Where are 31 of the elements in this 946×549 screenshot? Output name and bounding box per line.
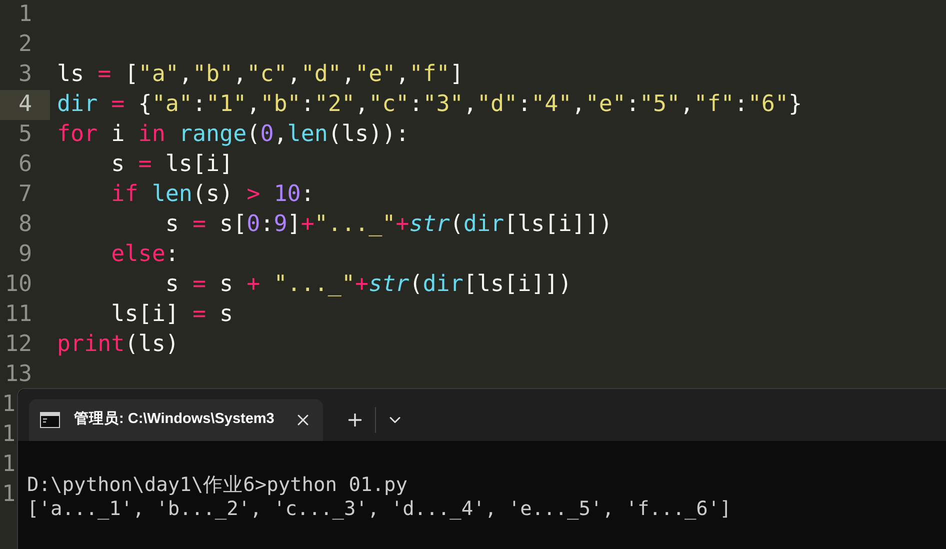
line-number: 10 [4,270,33,300]
line-number: 2 [17,30,33,60]
line-number: 7 [17,180,33,210]
code-line: print(ls) [56,330,179,360]
code-line: if len(s) > 10: [110,180,314,210]
line-number: 8 [17,210,33,240]
code-line: s = s[0:9]+"..._"+str(dir[ls[i]]) [164,210,612,240]
line-number: 12 [4,330,33,360]
console-icon [40,412,60,428]
line-number: 1 [1,420,17,450]
line-number: 13 [4,360,33,390]
code-line: for i in range(0,len(ls)): [56,120,410,150]
line-number: 1 [1,450,17,480]
terminal-output-line: ['a..._1', 'b..._2', 'c..._3', 'd..._4', 'e..._5', 'f..._6'] [27,497,732,521]
terminal-tab[interactable]: 管理员: C:\Windows\System3 [29,399,323,441]
terminal-output-line: D:\python\day1\作业6>python 01.py [27,473,408,497]
code-line: else: [110,240,179,270]
line-number: 4 [0,90,50,120]
code-line: ls = ["a","b","c","d","e","f"] [56,60,464,90]
line-number: 1 [1,390,17,420]
line-number: 1 [17,0,33,30]
line-number: 3 [17,60,33,90]
line-number: 6 [17,150,33,180]
code-line: ls[i] = s [110,300,234,330]
line-number: 11 [4,300,33,330]
code-line: dir = {"a":"1","b":"2","c":"3","d":"4","e":"5","f":"6"} [56,90,802,120]
line-number: 5 [17,120,33,150]
code-line: s = s + "..._"+str(dir[ls[i]]) [164,270,572,300]
line-number: 9 [17,240,33,270]
tab-title: 管理员: C:\Windows\System3 [74,410,276,430]
code-line: s = ls[i] [110,150,234,180]
